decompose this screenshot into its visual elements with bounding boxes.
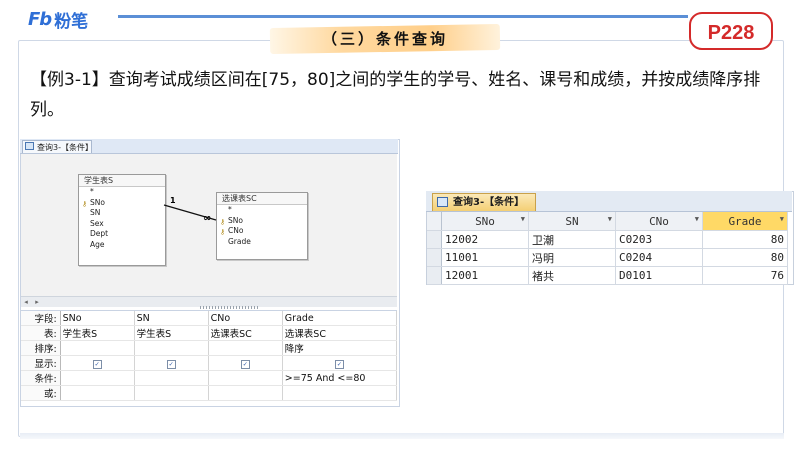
- slide-frame-shadow: [20, 433, 784, 439]
- field-student-age[interactable]: Age: [79, 240, 165, 251]
- table-row[interactable]: 12001 褚共 D0101 76: [427, 266, 788, 285]
- cell-sno[interactable]: 11001: [441, 248, 529, 267]
- grid-field-cell[interactable]: SN: [134, 311, 209, 326]
- field-course-all[interactable]: *: [217, 205, 307, 216]
- select-all-corner[interactable]: [427, 212, 442, 231]
- grid-show-cell: ✓: [208, 355, 283, 371]
- cell-sn[interactable]: 冯明: [528, 248, 616, 267]
- cell-cno[interactable]: C0203: [615, 230, 703, 249]
- table-course[interactable]: 选课表SC * ⚷ SNo ⚷ CNo Grade: [216, 192, 308, 260]
- relation-one-label: 1: [170, 196, 176, 205]
- row-header-sort: 排序:: [21, 340, 61, 356]
- fenbi-logo: Fb 粉笔: [28, 8, 89, 32]
- header-divider: [118, 15, 688, 18]
- field-course-sno[interactable]: ⚷ SNo: [217, 216, 307, 227]
- grid-or-cell[interactable]: [208, 385, 283, 401]
- cell-sn[interactable]: 卫潮: [528, 230, 616, 249]
- scroll-left-icon[interactable]: ◂: [22, 298, 30, 306]
- row-header-table: 表:: [21, 325, 61, 341]
- scroll-right-icon[interactable]: ▸: [33, 298, 41, 306]
- grid-criteria-cell[interactable]: [60, 370, 135, 386]
- grid-or-cell[interactable]: [60, 385, 135, 401]
- cell-cno[interactable]: C0204: [615, 248, 703, 267]
- show-checkbox[interactable]: ✓: [240, 359, 250, 369]
- column-header-sno[interactable]: SNo ▼: [441, 212, 529, 231]
- column-header-cno[interactable]: CNo ▼: [615, 212, 703, 231]
- row-selector[interactable]: [427, 230, 442, 249]
- row-selector[interactable]: [427, 248, 442, 267]
- cell-grade[interactable]: 76: [702, 266, 788, 285]
- dropdown-icon[interactable]: ▼: [780, 215, 784, 223]
- cell-sno[interactable]: 12002: [441, 230, 529, 249]
- grid-show-cell: ✓: [282, 355, 398, 371]
- grid-criteria-cell[interactable]: [134, 370, 209, 386]
- logo-name: 粉笔: [54, 11, 89, 32]
- show-checkbox[interactable]: ✓: [166, 359, 176, 369]
- row-header-show: 显示:: [21, 355, 61, 371]
- field-course-cno[interactable]: ⚷ CNo: [217, 226, 307, 237]
- row-selector[interactable]: [427, 266, 442, 285]
- query-icon: [25, 142, 34, 150]
- field-student-sn[interactable]: SN: [79, 208, 165, 219]
- grid-show-cell: ✓: [134, 355, 209, 371]
- grid-field-cell[interactable]: Grade: [282, 311, 398, 326]
- grid-field-cell[interactable]: CNo: [208, 311, 283, 326]
- cell-sno[interactable]: 12001: [441, 266, 529, 285]
- row-header-or: 或:: [21, 385, 61, 401]
- cell-grade[interactable]: 80: [702, 248, 788, 267]
- logo-mark: Fb: [28, 8, 52, 30]
- field-course-grade[interactable]: Grade: [217, 237, 307, 248]
- row-header-criteria: 条件:: [21, 370, 61, 386]
- question-text: 【例3-1】查询考试成绩区间在[75，80]之间的学生的学号、姓名、课号和成绩，…: [30, 70, 761, 120]
- cell-cno[interactable]: D0101: [615, 266, 703, 285]
- section-title: （三）条件查询: [321, 30, 448, 48]
- table-row[interactable]: 11001 冯明 C0204 80: [427, 248, 788, 267]
- column-header-grade[interactable]: Grade ▼: [702, 212, 788, 231]
- grid-table-cell[interactable]: 选课表SC: [282, 325, 398, 341]
- grid-sort-cell[interactable]: 降序: [282, 340, 398, 356]
- show-checkbox[interactable]: ✓: [334, 359, 344, 369]
- table-student-title: 学生表S: [79, 175, 165, 187]
- grid-table-cell[interactable]: 选课表SC: [208, 325, 283, 341]
- table-course-title: 选课表SC: [217, 193, 307, 205]
- table-student[interactable]: 学生表S * ⚷ SNo SN Sex Dept Age: [78, 174, 166, 266]
- grid-table-cell[interactable]: 学生表S: [60, 325, 135, 341]
- grid-sort-cell[interactable]: [208, 340, 283, 356]
- qbe-grid: 字段: SNo SN CNo Grade 表: 学生表S 学生表S 选课表SC …: [21, 311, 398, 401]
- dropdown-icon[interactable]: ▼: [608, 215, 612, 223]
- grid-criteria-cell[interactable]: >=75 And <=80: [282, 370, 398, 386]
- page-badge: P228: [689, 12, 773, 50]
- splitter-grip[interactable]: [200, 306, 260, 309]
- grid-or-cell[interactable]: [282, 385, 398, 401]
- table-row[interactable]: 12002 卫潮 C0203 80: [427, 230, 788, 249]
- row-header-field: 字段:: [21, 311, 61, 326]
- field-student-sex[interactable]: Sex: [79, 219, 165, 230]
- datasheet-grid: SNo ▼ SN ▼ CNo ▼ Grade ▼ 12002 卫潮 C0203 80 1…: [427, 212, 788, 285]
- grid-criteria-cell[interactable]: [208, 370, 283, 386]
- field-student-sno[interactable]: ⚷ SNo: [79, 198, 165, 209]
- field-student-dept[interactable]: Dept: [79, 229, 165, 240]
- show-checkbox[interactable]: ✓: [92, 359, 102, 369]
- design-grid: 字段: SNo SN CNo Grade 表: 学生表S 学生表S 选课表SC …: [21, 310, 398, 406]
- cell-sn[interactable]: 褚共: [528, 266, 616, 285]
- grid-field-cell[interactable]: SNo: [60, 311, 135, 326]
- grid-or-cell[interactable]: [134, 385, 209, 401]
- relation-many-label: ∞: [203, 213, 212, 224]
- dropdown-icon[interactable]: ▼: [521, 215, 525, 223]
- grid-table-cell[interactable]: 学生表S: [134, 325, 209, 341]
- query-icon: [437, 197, 448, 207]
- field-student-all[interactable]: *: [79, 187, 165, 198]
- cell-grade[interactable]: 80: [702, 230, 788, 249]
- column-header-sn[interactable]: SN ▼: [528, 212, 616, 231]
- dropdown-icon[interactable]: ▼: [695, 215, 699, 223]
- grid-show-cell: ✓: [60, 355, 135, 371]
- grid-sort-cell[interactable]: [60, 340, 135, 356]
- grid-sort-cell[interactable]: [134, 340, 209, 356]
